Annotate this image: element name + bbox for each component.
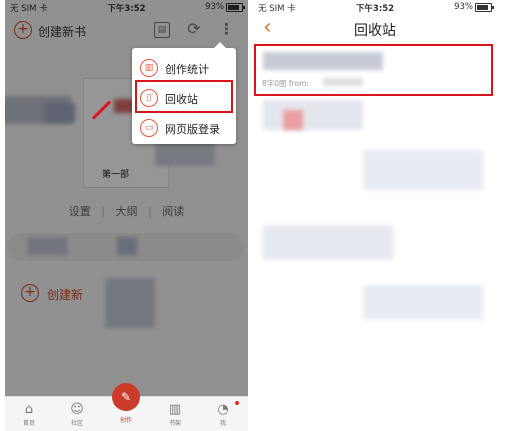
tab-bookshelf[interactable]: ▥ 书架 [155,397,195,431]
tab-bar: ⌂ 首页 ☺ 社区 ✎ 创作 ▥ 书架 ◔ 我 [5,383,248,431]
menu-item-label: 创作统计 [165,63,209,76]
tab-label: 社区 [70,420,83,427]
monitor-icon: ▭ [140,119,158,137]
highlight-box [254,44,493,96]
community-icon: ☺ [70,402,84,417]
bookshelf-icon: ▥ [168,402,182,417]
menu-item-web-login[interactable]: ▭ 网页版登录 [132,112,236,144]
right-phone-screen: 无 SIM 卡 下午3:52 93% ‹ 回收站 8字0图 from: [253,0,497,431]
blurred-content [263,225,393,260]
notification-badge [235,401,239,405]
blurred-content [283,110,303,130]
home-icon: ⌂ [24,402,34,417]
tab-create-label: 创作 [119,417,132,424]
bar-chart-icon: ▥ [140,59,158,77]
blurred-content [363,150,483,190]
left-phone-screen: 无 SIM 卡 下午3:52 93% + 创建新书 ▤ ⟳ ⋮ 第一部 设置 |… [5,0,248,431]
page-title: 回收站 [354,23,396,39]
nav-bar: ‹ 回收站 [253,14,497,44]
tab-create[interactable]: ✎ [112,383,140,411]
tab-community[interactable]: ☺ 社区 [57,397,97,431]
menu-item-label: 网页版登录 [165,123,220,136]
pen-icon: ✎ [120,390,132,404]
highlight-box [135,80,233,113]
battery-percent: 93% [454,2,473,12]
blurred-content [263,100,363,130]
blurred-content [363,285,483,320]
battery-icon [475,3,494,12]
tab-label: 书架 [168,420,181,427]
tab-label: 我 [219,420,226,427]
tab-home[interactable]: ⌂ 首页 [9,397,49,431]
tab-label: 首页 [22,420,35,427]
status-bar: 无 SIM 卡 下午3:52 93% [253,0,497,14]
